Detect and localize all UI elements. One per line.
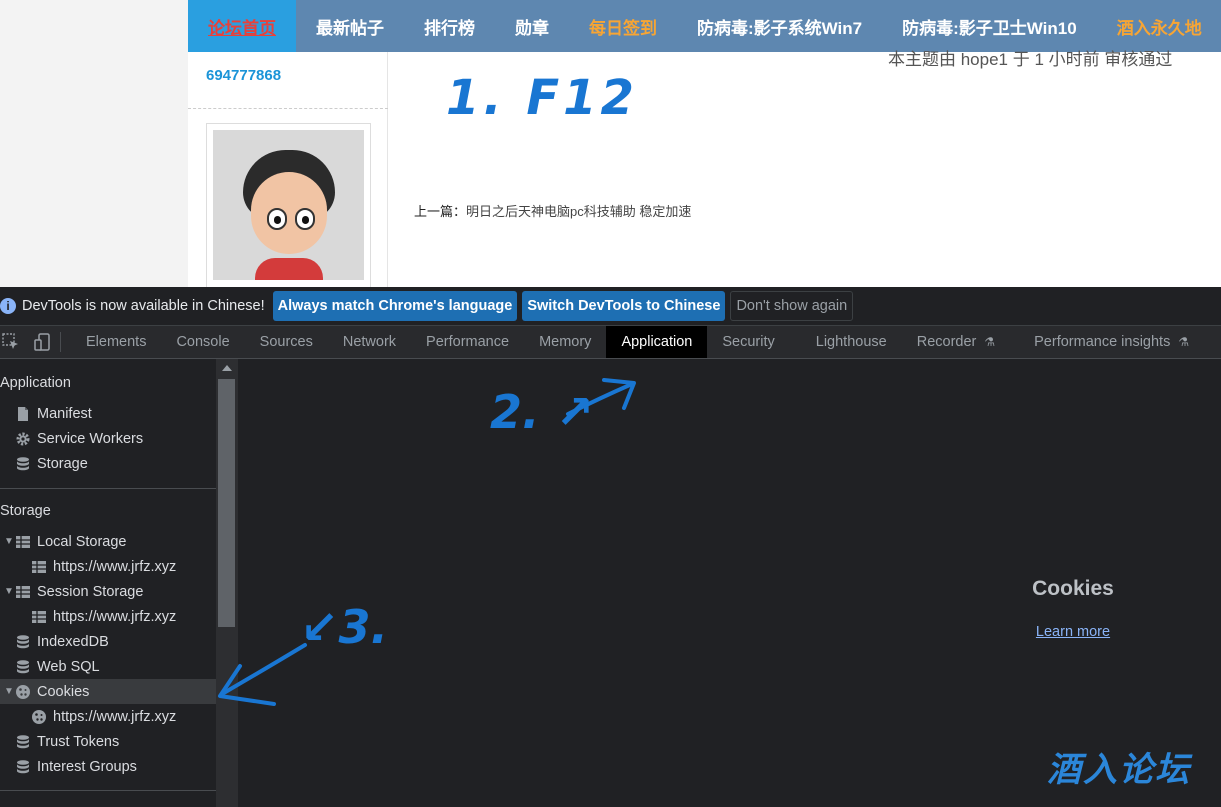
user-profile: 694777868 bbox=[188, 52, 388, 293]
tab-elements[interactable]: Elements bbox=[71, 326, 161, 358]
infobar-message: DevTools is now available in Chinese! bbox=[22, 298, 265, 314]
nav-home[interactable]: 论坛首页 bbox=[188, 0, 296, 52]
prev-thread[interactable]: 上一篇：明日之后天神电脑pc科技辅助 稳定加速 bbox=[414, 201, 691, 220]
database-icon bbox=[14, 455, 32, 473]
annotation-step-1: 1. F12 bbox=[446, 70, 638, 126]
sidebar-item-websql[interactable]: Web SQL bbox=[0, 654, 216, 679]
sidebar-item-label: Session Storage bbox=[37, 583, 144, 600]
cookie-icon bbox=[14, 683, 32, 701]
sidebar-item-local-storage-origin[interactable]: https://www.jrfz.xyz bbox=[0, 554, 216, 579]
nav-daily-checkin[interactable]: 每日签到 bbox=[569, 0, 677, 52]
sidebar-item-label: IndexedDB bbox=[37, 633, 109, 650]
cookies-empty-title: Cookies bbox=[1032, 577, 1114, 600]
cookies-main-pane: Cookies Learn more bbox=[238, 359, 1221, 807]
devtools-language-infobar: i DevTools is now available in Chinese! … bbox=[0, 287, 1221, 325]
user-id[interactable]: 694777868 bbox=[206, 67, 281, 84]
sidebar-item-label: Manifest bbox=[37, 405, 92, 422]
toolbar-separator bbox=[60, 332, 61, 352]
sidebar-item-label: https://www.jrfz.xyz bbox=[53, 608, 177, 625]
sidebar-item-cookies[interactable]: ▼ Cookies bbox=[0, 679, 216, 704]
sidebar-item-label: https://www.jrfz.xyz bbox=[53, 558, 177, 575]
sidebar-item-indexeddb[interactable]: IndexedDB bbox=[0, 629, 216, 654]
file-icon bbox=[14, 405, 32, 423]
tab-security[interactable]: Security bbox=[707, 326, 800, 358]
gear-icon bbox=[14, 430, 32, 448]
flask-icon: ⚗ bbox=[1178, 335, 1190, 349]
learn-more-link[interactable]: Learn more bbox=[1036, 624, 1110, 640]
sidebar-scrollbar[interactable] bbox=[216, 359, 238, 807]
sidebar-item-label: https://www.jrfz.xyz bbox=[53, 708, 177, 725]
sidebar-item-manifest[interactable]: Manifest bbox=[0, 401, 216, 426]
nav-shadow-win7[interactable]: 防病毒:影子系统Win7 bbox=[677, 0, 882, 52]
annotation-step-2: 2. ↗ bbox=[490, 385, 595, 439]
table-icon bbox=[14, 533, 32, 551]
expand-arrow-icon[interactable]: ▼ bbox=[4, 586, 14, 597]
info-icon: i bbox=[0, 298, 16, 314]
nav-medals[interactable]: 勋章 bbox=[495, 0, 569, 52]
flask-icon: ⚗ bbox=[984, 335, 996, 349]
scroll-thumb[interactable] bbox=[218, 379, 235, 627]
tab-performance-insights-label: Performance insights bbox=[1034, 334, 1171, 350]
tab-recorder[interactable]: Recorder ⚗ bbox=[902, 326, 1019, 358]
device-toolbar-icon[interactable] bbox=[32, 326, 54, 358]
profile-divider bbox=[188, 108, 388, 109]
sidebar-item-session-storage[interactable]: ▼ Session Storage bbox=[0, 579, 216, 604]
sidebar-divider bbox=[0, 790, 216, 791]
sidebar-item-label: Storage bbox=[37, 455, 88, 472]
devtools-tabbar: Elements Console Sources Network Perform… bbox=[0, 325, 1221, 359]
dont-show-again-button[interactable]: Don't show again bbox=[730, 291, 854, 321]
application-sidebar: Application Manifest Service Workers Sto… bbox=[0, 359, 216, 807]
switch-to-chinese-button[interactable]: Switch DevTools to Chinese bbox=[522, 291, 726, 321]
tab-performance[interactable]: Performance bbox=[411, 326, 524, 358]
table-icon bbox=[30, 608, 48, 626]
screenshot-root: 论坛首页 最新帖子 排行榜 勋章 每日签到 防病毒:影子系统Win7 防病毒:影… bbox=[0, 0, 1221, 807]
sidebar-item-label: Web SQL bbox=[37, 658, 100, 675]
table-icon bbox=[30, 558, 48, 576]
prev-label: 上一篇： bbox=[414, 204, 467, 219]
sidebar-item-storage[interactable]: Storage bbox=[0, 451, 216, 476]
avatar[interactable] bbox=[206, 123, 371, 293]
section-application: Application bbox=[0, 375, 71, 391]
tab-network[interactable]: Network bbox=[328, 326, 411, 358]
tab-performance-insights[interactable]: Performance insights ⚗ bbox=[1019, 326, 1204, 358]
forum-watermark: 酒入论坛 bbox=[1047, 751, 1191, 789]
prev-title[interactable]: 明日之后天神电脑pc科技辅助 稳定加速 bbox=[466, 204, 691, 219]
nav-latest-posts[interactable]: 最新帖子 bbox=[296, 0, 404, 52]
sidebar-item-interest-groups[interactable]: Interest Groups bbox=[0, 754, 216, 779]
table-icon bbox=[14, 583, 32, 601]
avatar-image bbox=[213, 130, 364, 280]
sidebar-item-trust-tokens[interactable]: Trust Tokens bbox=[0, 729, 216, 754]
tab-memory[interactable]: Memory bbox=[524, 326, 606, 358]
annotation-step-3: ↙3. bbox=[300, 600, 389, 654]
tab-console[interactable]: Console bbox=[161, 326, 244, 358]
nav-ranking[interactable]: 排行榜 bbox=[404, 0, 495, 52]
tab-sources[interactable]: Sources bbox=[245, 326, 328, 358]
sidebar-item-label: Local Storage bbox=[37, 533, 127, 550]
sidebar-item-label: Interest Groups bbox=[37, 758, 137, 775]
sidebar-item-service-workers[interactable]: Service Workers bbox=[0, 426, 216, 451]
sidebar-divider bbox=[0, 488, 216, 489]
database-icon bbox=[14, 633, 32, 651]
database-icon bbox=[14, 658, 32, 676]
tab-lighthouse[interactable]: Lighthouse bbox=[801, 326, 902, 358]
sidebar-item-cookies-origin[interactable]: https://www.jrfz.xyz bbox=[0, 704, 216, 729]
sidebar-item-session-storage-origin[interactable]: https://www.jrfz.xyz bbox=[0, 604, 216, 629]
database-icon bbox=[14, 758, 32, 776]
expand-arrow-icon[interactable]: ▼ bbox=[4, 536, 14, 547]
tab-recorder-label: Recorder bbox=[916, 334, 977, 350]
sidebar-item-local-storage[interactable]: ▼ Local Storage bbox=[0, 529, 216, 554]
inspect-element-icon[interactable] bbox=[0, 326, 22, 358]
webpage: 论坛首页 最新帖子 排行榜 勋章 每日签到 防病毒:影子系统Win7 防病毒:影… bbox=[0, 0, 1221, 293]
review-notice: 本主题由 hope1 于 1 小时前 审核通过 bbox=[888, 50, 1173, 69]
cookie-icon bbox=[30, 708, 48, 726]
sidebar-item-label: Trust Tokens bbox=[37, 733, 120, 750]
section-storage: Storage bbox=[0, 503, 51, 519]
expand-arrow-icon[interactable]: ▼ bbox=[4, 686, 14, 697]
tab-application[interactable]: Application bbox=[606, 326, 708, 358]
database-icon bbox=[14, 733, 32, 751]
sidebar-item-label: Service Workers bbox=[37, 430, 144, 447]
always-match-language-button[interactable]: Always match Chrome's language bbox=[272, 291, 518, 321]
sidebar-item-label: Cookies bbox=[37, 683, 90, 700]
scroll-up-arrow-icon[interactable] bbox=[222, 365, 232, 371]
